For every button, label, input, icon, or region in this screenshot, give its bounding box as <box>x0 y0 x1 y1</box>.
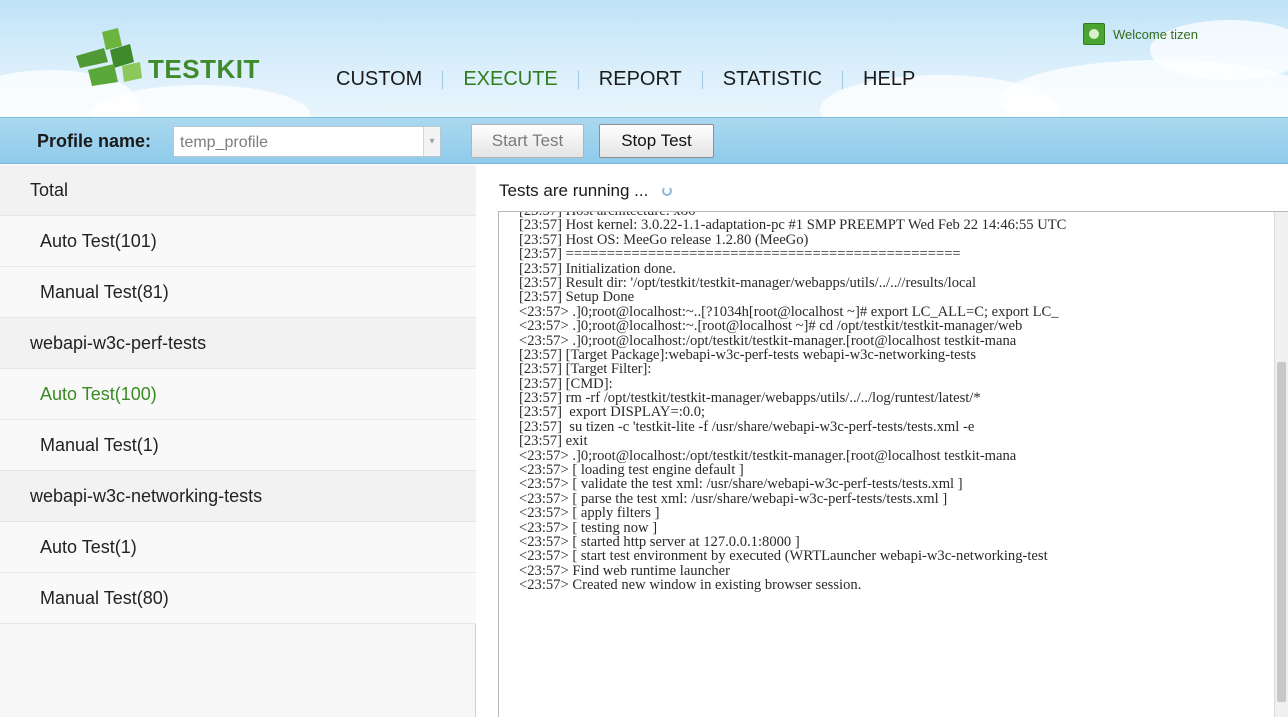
log-line: [23:57] Initialization done. <box>519 261 676 276</box>
log-line: <23:57> [ started http server at 127.0.0… <box>519 534 800 550</box>
chevron-down-icon[interactable]: ▾ <box>423 127 440 156</box>
logo-text: TESTKIT <box>148 54 260 84</box>
log-line: <23:57> .]0;root@localhost:~..[?1034h[ro… <box>519 304 1059 320</box>
log-line: <23:57> .]0;root@localhost:~.[root@local… <box>519 319 1023 334</box>
log-line: <23:57> [ validate the test xml: /usr/sh… <box>519 477 963 492</box>
nav-report[interactable]: REPORT <box>597 68 684 91</box>
stop-test-button[interactable]: Stop Test <box>599 124 714 158</box>
tree-group-perf-tests[interactable]: webapi-w3c-perf-tests <box>0 318 476 369</box>
log-line: [23:57] Host kernel: 3.0.22-1.1-adaptati… <box>519 218 1067 233</box>
tree-item-auto-test[interactable]: Auto Test(101) <box>0 216 476 267</box>
app-header: TESTKIT CUSTOM EXECUTE REPORT STATISTIC … <box>0 0 1288 117</box>
tree-item-manual-test[interactable]: Manual Test(81) <box>0 267 476 318</box>
log-line: [23:57] rm -rf /opt/testkit/testkit-mana… <box>519 391 981 406</box>
log-line: [23:57] [Target Filter]: <box>519 362 652 377</box>
nav-execute[interactable]: EXECUTE <box>461 68 559 91</box>
log-line: <23:57> [ parse the test xml: /usr/share… <box>519 491 948 507</box>
log-line: [23:57] [CMD]: <box>519 376 613 392</box>
main-nav: CUSTOM EXECUTE REPORT STATISTIC HELP <box>334 68 917 91</box>
log-line: [23:57] Setup Done <box>519 290 635 305</box>
run-status-text: Tests are running ... <box>499 181 649 200</box>
nav-help[interactable]: HELP <box>861 68 917 91</box>
nav-divider <box>842 70 844 89</box>
nav-divider <box>577 70 579 89</box>
log-line: <23:57> [ start test environment by exec… <box>519 549 1048 564</box>
tree-item-auto-test[interactable]: Auto Test(100) <box>0 369 476 420</box>
tree-item-manual-test[interactable]: Manual Test(80) <box>0 573 476 624</box>
start-test-button[interactable]: Start Test <box>471 124 584 158</box>
log-output[interactable]: [23:57] Host architecture: x86[23:57] Ho… <box>498 211 1288 717</box>
log-line: [23:57] ================================… <box>519 247 961 262</box>
welcome-user: Welcome tizen <box>1083 23 1198 45</box>
log-line: [23:57] su tizen -c 'testkit-lite -f /us… <box>519 419 975 435</box>
tree-group-networking-tests[interactable]: webapi-w3c-networking-tests <box>0 471 476 522</box>
log-line: <23:57> Find web runtime launcher <box>519 563 731 579</box>
log-line: [23:57] Host OS: MeeGo release 1.2.80 (M… <box>519 232 809 248</box>
profile-name-label: Profile name: <box>37 131 152 151</box>
log-line: <23:57> [ apply filters ] <box>519 506 660 521</box>
log-line: [23:57] export DISPLAY=:0.0; <box>519 405 706 420</box>
log-lines: [23:57] Host architecture: x86[23:57] Ho… <box>519 212 1279 593</box>
log-scroll-thumb[interactable] <box>1277 362 1286 702</box>
log-line: [23:57] Result dir: '/opt/testkit/testki… <box>519 275 976 291</box>
testkit-logo: TESTKIT <box>74 26 274 96</box>
log-line: [23:57] exit <box>519 434 588 449</box>
test-log-panel: Tests are running ... [23:57] Host archi… <box>477 165 1288 717</box>
log-line: <23:57> .]0;root@localhost:/opt/testkit/… <box>519 333 1017 348</box>
profile-select[interactable]: temp_profile ▾ <box>173 126 441 157</box>
log-line: <23:57> .]0;root@localhost:/opt/testkit/… <box>519 448 1017 464</box>
nav-custom[interactable]: CUSTOM <box>334 68 424 91</box>
tree-item-manual-test[interactable]: Manual Test(1) <box>0 420 476 471</box>
log-line: <23:57> [ loading test engine default ] <box>519 463 744 478</box>
logo-icon <box>76 28 142 86</box>
execute-toolbar: Profile name: temp_profile ▾ Start Test … <box>0 117 1288 164</box>
log-scrollbar[interactable] <box>1274 212 1288 717</box>
profile-select-value: temp_profile <box>180 134 269 151</box>
nav-divider <box>701 70 703 89</box>
log-line: <23:57> Created new window in existing b… <box>519 578 862 593</box>
log-line: [23:57] Host architecture: x86 <box>519 212 1279 218</box>
nav-divider <box>442 70 444 89</box>
test-tree-panel: Total Auto Test(101) Manual Test(81) web… <box>0 165 476 717</box>
welcome-text: Welcome tizen <box>1113 26 1199 42</box>
user-icon <box>1083 23 1105 45</box>
tree-item-auto-test[interactable]: Auto Test(1) <box>0 522 476 573</box>
nav-statistic[interactable]: STATISTIC <box>721 68 824 91</box>
log-line: [23:57] [Target Package]:webapi-w3c-perf… <box>519 347 977 363</box>
spinner-icon <box>662 186 673 196</box>
tree-group-total[interactable]: Total <box>0 165 476 216</box>
run-status: Tests are running ... <box>499 181 673 201</box>
log-line: <23:57> [ testing now ] <box>519 520 658 535</box>
